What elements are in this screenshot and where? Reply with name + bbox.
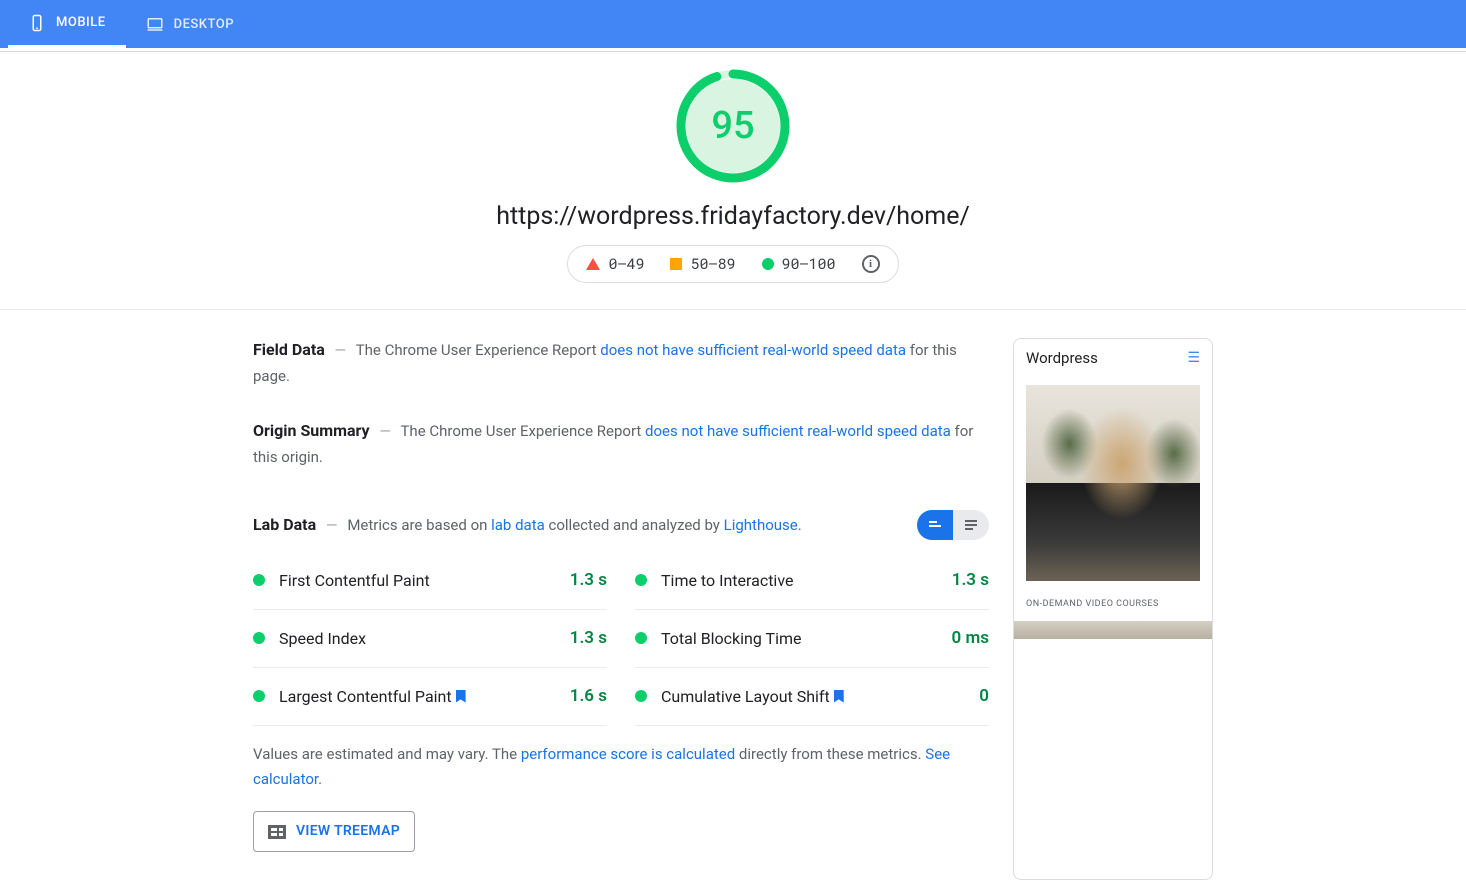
tab-desktop[interactable]: DESKTOP bbox=[126, 0, 254, 48]
metric-name: Speed Index bbox=[279, 625, 570, 652]
main-column: Field Data — The Chrome User Experience … bbox=[253, 336, 989, 880]
preview-hero-image bbox=[1026, 385, 1200, 581]
field-data-text-prefix: The Chrome User Experience Report bbox=[356, 341, 601, 359]
metric-row: Time to Interactive1.3 s bbox=[635, 552, 989, 610]
lab-data-section: Lab Data — Metrics are based on lab data… bbox=[253, 510, 989, 852]
lab-data-title: Lab Data bbox=[253, 515, 316, 534]
metric-row: First Contentful Paint1.3 s bbox=[253, 552, 607, 610]
score-legend: 0–49 50–89 90–100 i bbox=[567, 245, 898, 283]
dash: — bbox=[326, 516, 338, 534]
status-dot bbox=[253, 574, 265, 586]
score-gauge: 95 bbox=[675, 68, 791, 184]
legend-low-range: 0–49 bbox=[608, 254, 644, 274]
metric-name: Largest Contentful Paint bbox=[279, 683, 570, 710]
hamburger-icon: ☰ bbox=[1187, 350, 1200, 366]
status-dot bbox=[253, 632, 265, 644]
score-section: 95 https://wordpress.fridayfactory.dev/h… bbox=[0, 52, 1466, 310]
view-treemap-label: VIEW TREEMAP bbox=[296, 820, 400, 844]
metric-value: 1.6 s bbox=[570, 682, 607, 711]
info-icon[interactable]: i bbox=[862, 255, 880, 273]
note-link1[interactable]: performance score is calculated bbox=[521, 745, 735, 763]
view-treemap-button[interactable]: VIEW TREEMAP bbox=[253, 811, 415, 853]
square-icon bbox=[670, 258, 682, 270]
score-value: 95 bbox=[675, 68, 791, 184]
lab-data-link1[interactable]: lab data bbox=[491, 516, 545, 534]
legend-mid: 50–89 bbox=[670, 254, 735, 274]
preview-title: Wordpress bbox=[1026, 349, 1098, 367]
metric-name: First Contentful Paint bbox=[279, 567, 570, 594]
tested-url: https://wordpress.fridayfactory.dev/home… bbox=[0, 202, 1466, 231]
tab-mobile[interactable]: MOBILE bbox=[8, 0, 126, 48]
dash: — bbox=[379, 422, 391, 440]
metric-value: 1.3 s bbox=[570, 566, 607, 595]
field-data-title: Field Data bbox=[253, 340, 325, 359]
toggle-compact[interactable] bbox=[917, 510, 953, 540]
origin-summary-text-prefix: The Chrome User Experience Report bbox=[400, 422, 645, 440]
view-toggle bbox=[917, 510, 989, 540]
legend-mid-range: 50–89 bbox=[690, 254, 735, 274]
field-data-section: Field Data — The Chrome User Experience … bbox=[253, 336, 989, 389]
metric-row: Largest Contentful Paint1.6 s bbox=[253, 668, 607, 726]
lab-data-text-mid: collected and analyzed by bbox=[545, 516, 724, 534]
status-dot bbox=[635, 690, 647, 702]
origin-summary-title: Origin Summary bbox=[253, 421, 370, 440]
status-dot bbox=[253, 690, 265, 702]
origin-summary-link[interactable]: does not have sufficient real-world spee… bbox=[645, 422, 951, 440]
expanded-view-icon bbox=[963, 517, 979, 533]
lab-data-link2[interactable]: Lighthouse bbox=[724, 516, 798, 534]
dash: — bbox=[335, 341, 347, 359]
field-data-link[interactable]: does not have sufficient real-world spee… bbox=[600, 341, 906, 359]
note-prefix: Values are estimated and may vary. The bbox=[253, 745, 521, 763]
bookmark-icon bbox=[456, 690, 466, 703]
preview-secondary-image bbox=[1013, 621, 1213, 639]
mobile-icon bbox=[28, 14, 46, 32]
metric-row: Speed Index1.3 s bbox=[253, 610, 607, 668]
tab-mobile-label: MOBILE bbox=[56, 15, 106, 30]
metrics-grid: First Contentful Paint1.3 sTime to Inter… bbox=[253, 552, 989, 726]
metric-name: Total Blocking Time bbox=[661, 625, 952, 652]
lab-data-text-prefix: Metrics are based on bbox=[347, 516, 491, 534]
preview-caption: ON-DEMAND VIDEO COURSES bbox=[1026, 581, 1200, 621]
status-dot bbox=[635, 632, 647, 644]
preview-header: Wordpress ☰ bbox=[1014, 339, 1212, 377]
legend-high: 90–100 bbox=[762, 254, 836, 274]
metric-value: 1.3 s bbox=[952, 566, 989, 595]
metric-row: Total Blocking Time0 ms bbox=[635, 610, 989, 668]
metric-value: 0 bbox=[979, 682, 989, 711]
circle-icon bbox=[762, 258, 774, 270]
metric-value: 1.3 s bbox=[570, 624, 607, 653]
page-preview: Wordpress ☰ ON-DEMAND VIDEO COURSES bbox=[1013, 338, 1213, 880]
metric-name: Cumulative Layout Shift bbox=[661, 683, 979, 710]
device-tabs: MOBILE DESKTOP bbox=[0, 0, 1466, 48]
metric-row: Cumulative Layout Shift0 bbox=[635, 668, 989, 726]
metrics-note: Values are estimated and may vary. The p… bbox=[253, 742, 989, 793]
status-dot bbox=[635, 574, 647, 586]
metric-name: Time to Interactive bbox=[661, 567, 952, 594]
metric-value: 0 ms bbox=[952, 624, 989, 653]
compact-view-icon bbox=[927, 517, 943, 533]
tab-desktop-label: DESKTOP bbox=[174, 17, 234, 32]
toggle-expanded[interactable] bbox=[953, 510, 989, 540]
note-mid: directly from these metrics. bbox=[735, 745, 925, 763]
triangle-icon bbox=[586, 258, 600, 270]
legend-low: 0–49 bbox=[586, 254, 644, 274]
bookmark-icon bbox=[834, 690, 844, 703]
origin-summary-section: Origin Summary — The Chrome User Experie… bbox=[253, 417, 989, 470]
desktop-icon bbox=[146, 15, 164, 33]
legend-high-range: 90–100 bbox=[782, 254, 836, 274]
lab-data-text-suffix: . bbox=[798, 516, 802, 534]
